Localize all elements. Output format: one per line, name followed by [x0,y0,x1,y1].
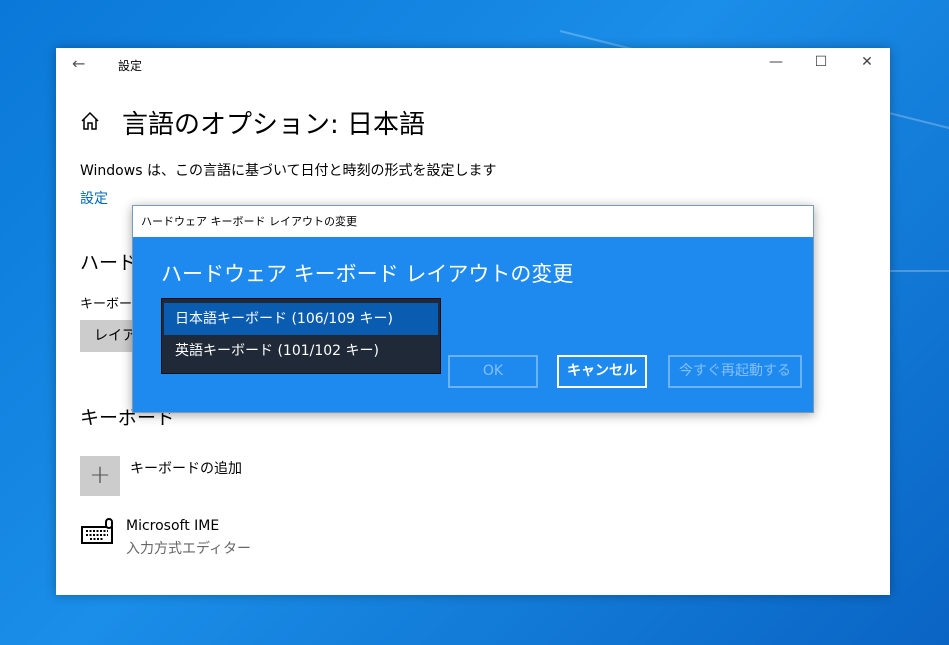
cancel-button[interactable]: キャンセル [557,355,647,388]
keyboard-icon [81,518,113,544]
close-button[interactable]: ✕ [857,54,877,70]
minimize-button[interactable]: — [766,54,786,70]
ime-name[interactable]: Microsoft IME [126,518,219,534]
back-arrow-icon[interactable]: ← [72,54,85,73]
page-title: 言語のオプション: 日本語 [122,110,426,140]
layout-dropdown-list[interactable]: 日本語キーボード (106/109 キー) 英語キーボード (101/102 キ… [161,298,441,374]
window-title: 設定 [118,59,143,73]
ok-button[interactable]: OK [448,355,538,388]
dialog-heading: ハードウェア キーボード レイアウトの変更 [161,262,574,286]
plus-icon[interactable]: + [80,456,120,496]
add-keyboard-link[interactable]: キーボードの追加 [130,458,242,478]
dialog-title-bar: ハードウェア キーボード レイアウトの変更 [133,206,813,237]
region-settings-link[interactable]: 設定 [80,188,108,208]
restart-now-button[interactable]: 今すぐ再起動する [668,355,802,388]
ime-description: 入力方式エディター [126,541,252,557]
region-text: Windows は、この言語に基づいて日付と時刻の形式を設定します [80,163,497,179]
wallpaper-light [890,270,949,272]
option-english-keyboard[interactable]: 英語キーボード (101/102 キー) [164,335,438,367]
maximize-button[interactable]: ☐ [811,54,831,70]
option-japanese-keyboard[interactable]: 日本語キーボード (106/109 キー) [164,303,438,335]
home-icon[interactable] [80,111,100,131]
title-bar: ← 設定 — ☐ ✕ [56,48,890,80]
